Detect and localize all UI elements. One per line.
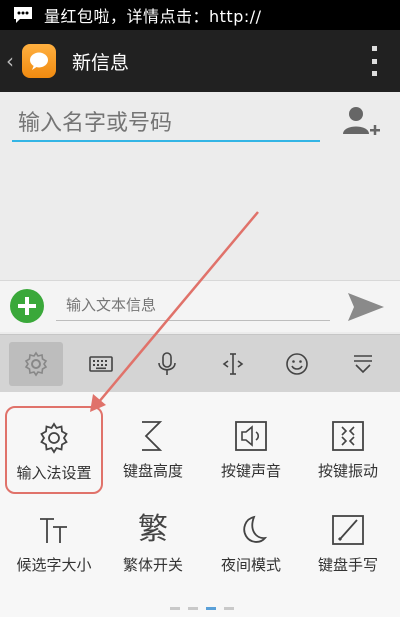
page-indicator <box>170 607 234 610</box>
page-title: 新信息 <box>72 51 130 74</box>
item-label: 候选字大小 <box>16 556 92 574</box>
item-label: 键盘手写 <box>317 556 378 574</box>
height-icon <box>142 421 163 451</box>
recipient-area <box>0 92 400 280</box>
cursor-icon <box>222 353 244 375</box>
vibrate-icon <box>332 421 364 451</box>
candidate-size-button[interactable]: 候选字大小 <box>5 500 103 588</box>
key-sound-button[interactable]: 按键声音 <box>202 406 300 494</box>
toolbar-cursor-button[interactable] <box>206 342 260 386</box>
keyboard-handwrite-button[interactable]: 键盘手写 <box>299 500 397 588</box>
traditional-toggle-button[interactable]: 繁 繁体开关 <box>104 500 202 588</box>
input-method-settings-button[interactable]: 输入法设置 <box>5 406 103 494</box>
page-dot <box>170 607 180 610</box>
recipient-input[interactable] <box>12 106 320 142</box>
keyboard-height-button[interactable]: 键盘高度 <box>104 406 202 494</box>
toolbar-keyboard-button[interactable] <box>74 342 128 386</box>
back-arrow-icon[interactable]: ‹ <box>6 49 20 73</box>
collapse-icon <box>354 355 372 374</box>
speaker-icon <box>235 421 267 451</box>
page-dot <box>188 607 198 610</box>
keyboard-settings-panel: 输入法设置 键盘高度 按键声音 按键振动 候选字大小 繁 繁体开关 夜间模式 键… <box>0 392 400 617</box>
status-bar: 量红包啦，详情点击：http:// <box>0 0 400 30</box>
emoji-icon <box>286 353 308 375</box>
moon-icon <box>243 515 268 543</box>
microphone-icon <box>158 352 176 375</box>
action-bar: ‹ 新信息 <box>0 30 400 92</box>
toolbar-emoji-button[interactable] <box>270 342 324 386</box>
plus-icon <box>18 297 36 315</box>
message-input[interactable] <box>56 289 330 321</box>
send-icon[interactable] <box>346 291 386 323</box>
overflow-menu-icon[interactable] <box>370 46 378 76</box>
sms-notification-icon <box>14 7 32 23</box>
handwrite-icon <box>332 515 364 545</box>
page-dot-active <box>206 607 216 610</box>
attach-button[interactable] <box>10 289 44 323</box>
key-vibrate-button[interactable]: 按键振动 <box>299 406 397 494</box>
keyboard-toolbar <box>0 334 400 392</box>
toolbar-voice-button[interactable] <box>140 342 194 386</box>
gear-icon <box>24 351 48 377</box>
item-label: 按键声音 <box>220 462 281 480</box>
item-label: 夜间模式 <box>220 556 281 574</box>
toolbar-settings-button[interactable] <box>9 342 63 386</box>
item-label: 繁体开关 <box>122 556 183 574</box>
item-label: 键盘高度 <box>122 462 183 480</box>
item-label: 按键振动 <box>317 462 378 480</box>
gear-icon <box>40 422 68 454</box>
toolbar-collapse-button[interactable] <box>336 342 390 386</box>
item-label: 输入法设置 <box>16 464 92 482</box>
add-contact-icon[interactable] <box>340 104 382 142</box>
page-dot <box>224 607 234 610</box>
keyboard-icon <box>89 356 113 372</box>
speech-bubble-icon <box>30 52 48 70</box>
font-size-icon <box>40 518 67 543</box>
message-bar <box>0 280 400 332</box>
messaging-app-icon[interactable] <box>22 44 56 78</box>
notification-text[interactable]: 量红包啦，详情点击：http:// <box>44 3 262 27</box>
traditional-icon: 繁 <box>138 512 168 547</box>
night-mode-button[interactable]: 夜间模式 <box>202 500 300 588</box>
